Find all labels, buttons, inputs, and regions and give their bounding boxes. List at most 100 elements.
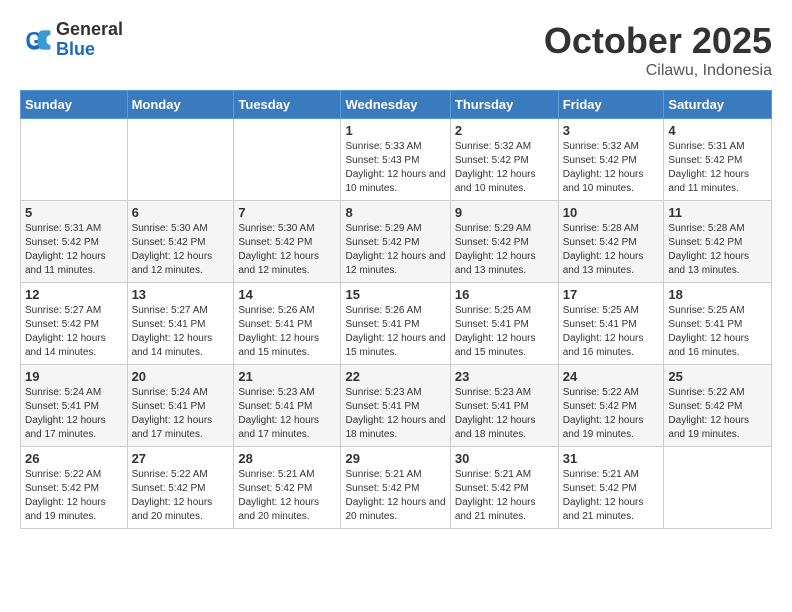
day-info: Sunrise: 5:23 AM Sunset: 5:41 PM Dayligh… xyxy=(455,386,554,442)
month-title: October 2025 xyxy=(544,20,772,62)
calendar-cell xyxy=(234,119,341,201)
day-info: Sunrise: 5:22 AM Sunset: 5:42 PM Dayligh… xyxy=(25,468,123,524)
day-header-sunday: Sunday xyxy=(21,91,128,119)
title-block: October 2025 Cilawu, Indonesia xyxy=(544,20,772,80)
calendar-cell: 14Sunrise: 5:26 AM Sunset: 5:41 PM Dayli… xyxy=(234,283,341,365)
day-info: Sunrise: 5:28 AM Sunset: 5:42 PM Dayligh… xyxy=(668,222,767,278)
calendar-cell: 23 Sunrise: 5:23 AM Sunset: 5:41 PM Dayli… xyxy=(450,365,558,447)
calendar-cell: 7Sunrise: 5:30 AM Sunset: 5:42 PM Daylig… xyxy=(234,201,341,283)
day-number: 22 xyxy=(345,369,445,384)
day-number: 15 xyxy=(345,287,445,302)
day-number: 31 xyxy=(563,451,660,466)
day-number: 24 xyxy=(563,369,660,384)
day-number: 1 xyxy=(345,123,445,138)
day-info: Sunrise: 5:25 AM Sunset: 5:41 PM Dayligh… xyxy=(563,304,660,360)
day-info: Sunrise: 5:21 AM Sunset: 5:42 PM Dayligh… xyxy=(345,468,445,524)
calendar-cell xyxy=(21,119,128,201)
calendar-cell: 24Sunrise: 5:22 AM Sunset: 5:42 PM Dayli… xyxy=(558,365,664,447)
calendar-cell: 8 Sunrise: 5:29 AM Sunset: 5:42 PM Daylig… xyxy=(341,201,450,283)
calendar-cell: 5 Sunrise: 5:31 AM Sunset: 5:42 PM Daylig… xyxy=(21,201,128,283)
day-number: 27 xyxy=(132,451,230,466)
calendar-cell xyxy=(127,119,234,201)
day-info: Sunrise: 5:28 AM Sunset: 5:42 PM Dayligh… xyxy=(563,222,660,278)
day-info: Sunrise: 5:31 AM Sunset: 5:42 PM Dayligh… xyxy=(668,140,767,196)
calendar-cell: 17 Sunrise: 5:25 AM Sunset: 5:41 PM Dayli… xyxy=(558,283,664,365)
calendar-cell: 27 Sunrise: 5:22 AM Sunset: 5:42 PM Dayli… xyxy=(127,447,234,529)
calendar-cell: 1 Sunrise: 5:33 AM Sunset: 5:43 PM Daylig… xyxy=(341,119,450,201)
logo-general: General xyxy=(56,20,123,40)
day-number: 26 xyxy=(25,451,123,466)
calendar-cell: 19 Sunrise: 5:24 AM Sunset: 5:41 PM Dayli… xyxy=(21,365,128,447)
logo-icon xyxy=(20,24,52,56)
day-header-friday: Friday xyxy=(558,91,664,119)
day-info: Sunrise: 5:26 AM Sunset: 5:41 PM Dayligh… xyxy=(345,304,445,360)
calendar-cell: 26 Sunrise: 5:22 AM Sunset: 5:42 PM Dayli… xyxy=(21,447,128,529)
day-number: 14 xyxy=(238,287,336,302)
day-number: 5 xyxy=(25,205,123,220)
day-number: 21 xyxy=(238,369,336,384)
day-number: 16 xyxy=(455,287,554,302)
logo-blue: Blue xyxy=(56,40,123,60)
day-number: 25 xyxy=(668,369,767,384)
calendar-cell: 9 Sunrise: 5:29 AM Sunset: 5:42 PM Daylig… xyxy=(450,201,558,283)
day-number: 9 xyxy=(455,205,554,220)
day-number: 23 xyxy=(455,369,554,384)
calendar-week-row: 1 Sunrise: 5:33 AM Sunset: 5:43 PM Daylig… xyxy=(21,119,772,201)
calendar-cell: 21 Sunrise: 5:23 AM Sunset: 5:41 PM Dayli… xyxy=(234,365,341,447)
day-number: 6 xyxy=(132,205,230,220)
day-number: 17 xyxy=(563,287,660,302)
calendar-cell: 28 Sunrise: 5:21 AM Sunset: 5:42 PM Dayli… xyxy=(234,447,341,529)
day-number: 29 xyxy=(345,451,445,466)
day-info: Sunrise: 5:22 AM Sunset: 5:42 PM Dayligh… xyxy=(668,386,767,442)
day-info: Sunrise: 5:23 AM Sunset: 5:41 PM Dayligh… xyxy=(345,386,445,442)
calendar-cell: 16 Sunrise: 5:25 AM Sunset: 5:41 PM Dayli… xyxy=(450,283,558,365)
calendar-cell: 6 Sunrise: 5:30 AM Sunset: 5:42 PM Daylig… xyxy=(127,201,234,283)
day-info: Sunrise: 5:31 AM Sunset: 5:42 PM Dayligh… xyxy=(25,222,123,278)
calendar-cell xyxy=(664,447,772,529)
calendar-table: SundayMondayTuesdayWednesdayThursdayFrid… xyxy=(20,90,772,529)
day-info: Sunrise: 5:24 AM Sunset: 5:41 PM Dayligh… xyxy=(25,386,123,442)
calendar-cell: 4 Sunrise: 5:31 AM Sunset: 5:42 PM Daylig… xyxy=(664,119,772,201)
day-number: 11 xyxy=(668,205,767,220)
calendar-week-row: 26 Sunrise: 5:22 AM Sunset: 5:42 PM Dayli… xyxy=(21,447,772,529)
day-number: 19 xyxy=(25,369,123,384)
calendar-cell: 30Sunrise: 5:21 AM Sunset: 5:42 PM Dayli… xyxy=(450,447,558,529)
day-number: 10 xyxy=(563,205,660,220)
calendar-cell: 25 Sunrise: 5:22 AM Sunset: 5:42 PM Dayli… xyxy=(664,365,772,447)
day-info: Sunrise: 5:22 AM Sunset: 5:42 PM Dayligh… xyxy=(132,468,230,524)
day-info: Sunrise: 5:29 AM Sunset: 5:42 PM Dayligh… xyxy=(345,222,445,278)
day-number: 4 xyxy=(668,123,767,138)
day-info: Sunrise: 5:24 AM Sunset: 5:41 PM Dayligh… xyxy=(132,386,230,442)
day-header-tuesday: Tuesday xyxy=(234,91,341,119)
location: Cilawu, Indonesia xyxy=(544,62,772,80)
calendar-cell: 20Sunrise: 5:24 AM Sunset: 5:41 PM Dayli… xyxy=(127,365,234,447)
day-info: Sunrise: 5:21 AM Sunset: 5:42 PM Dayligh… xyxy=(238,468,336,524)
day-number: 8 xyxy=(345,205,445,220)
calendar-cell: 12Sunrise: 5:27 AM Sunset: 5:42 PM Dayli… xyxy=(21,283,128,365)
day-info: Sunrise: 5:33 AM Sunset: 5:43 PM Dayligh… xyxy=(345,140,445,196)
day-header-monday: Monday xyxy=(127,91,234,119)
day-info: Sunrise: 5:32 AM Sunset: 5:42 PM Dayligh… xyxy=(455,140,554,196)
page-header: General Blue October 2025 Cilawu, Indone… xyxy=(20,20,772,80)
calendar-cell: 31Sunrise: 5:21 AM Sunset: 5:42 PM Dayli… xyxy=(558,447,664,529)
calendar-cell: 18Sunrise: 5:25 AM Sunset: 5:41 PM Dayli… xyxy=(664,283,772,365)
day-info: Sunrise: 5:29 AM Sunset: 5:42 PM Dayligh… xyxy=(455,222,554,278)
day-info: Sunrise: 5:27 AM Sunset: 5:42 PM Dayligh… xyxy=(25,304,123,360)
day-header-wednesday: Wednesday xyxy=(341,91,450,119)
day-number: 28 xyxy=(238,451,336,466)
calendar-cell: 3 Sunrise: 5:32 AM Sunset: 5:42 PM Daylig… xyxy=(558,119,664,201)
day-info: Sunrise: 5:32 AM Sunset: 5:42 PM Dayligh… xyxy=(563,140,660,196)
calendar-week-row: 5 Sunrise: 5:31 AM Sunset: 5:42 PM Daylig… xyxy=(21,201,772,283)
day-number: 2 xyxy=(455,123,554,138)
logo: General Blue xyxy=(20,20,123,60)
day-info: Sunrise: 5:30 AM Sunset: 5:42 PM Dayligh… xyxy=(238,222,336,278)
day-info: Sunrise: 5:30 AM Sunset: 5:42 PM Dayligh… xyxy=(132,222,230,278)
calendar-cell: 22 Sunrise: 5:23 AM Sunset: 5:41 PM Dayli… xyxy=(341,365,450,447)
day-info: Sunrise: 5:25 AM Sunset: 5:41 PM Dayligh… xyxy=(455,304,554,360)
calendar-cell: 29 Sunrise: 5:21 AM Sunset: 5:42 PM Dayli… xyxy=(341,447,450,529)
calendar-cell: 10 Sunrise: 5:28 AM Sunset: 5:42 PM Dayli… xyxy=(558,201,664,283)
calendar-week-row: 12Sunrise: 5:27 AM Sunset: 5:42 PM Dayli… xyxy=(21,283,772,365)
day-number: 13 xyxy=(132,287,230,302)
day-number: 3 xyxy=(563,123,660,138)
day-info: Sunrise: 5:23 AM Sunset: 5:41 PM Dayligh… xyxy=(238,386,336,442)
